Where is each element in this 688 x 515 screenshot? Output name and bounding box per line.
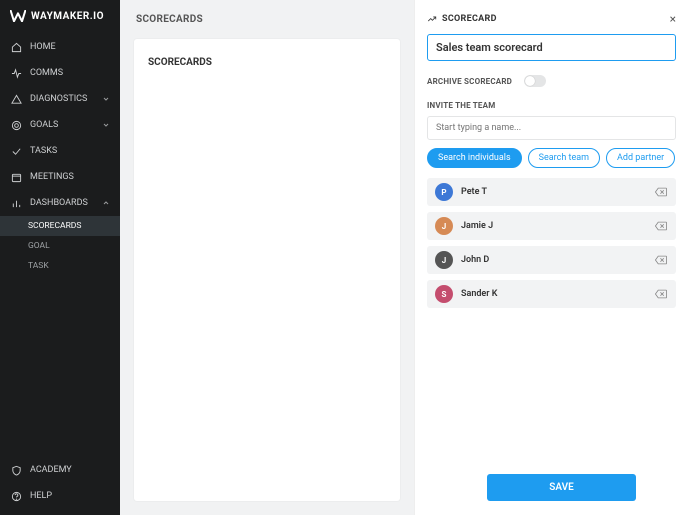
member-name: Pete T — [461, 187, 646, 197]
brand-logo-icon — [10, 10, 26, 22]
remove-member-icon[interactable] — [654, 221, 668, 231]
avatar: P — [435, 183, 453, 201]
member-list: P Pete T J Jamie J J John D S Sander K — [427, 178, 676, 308]
nav-label: HELP — [30, 491, 110, 501]
member-row: S Sander K — [427, 280, 676, 308]
warning-icon — [10, 93, 22, 105]
nav-sub-task[interactable]: TASK — [0, 256, 120, 276]
nav-label: DIAGNOSTICS — [30, 94, 94, 104]
shield-icon — [10, 464, 22, 476]
page-title: SCORECARDS — [120, 0, 414, 39]
pill-search-individuals[interactable]: Search individuals — [427, 148, 522, 168]
save-button[interactable]: SAVE — [487, 474, 636, 501]
nav-comms[interactable]: COMMS — [0, 60, 120, 86]
member-name: Sander K — [461, 289, 646, 299]
nav-label: GOALS — [30, 120, 94, 130]
search-pills: Search individuals Search team Add partn… — [427, 148, 676, 168]
panel-header: SCORECARD × — [427, 12, 676, 26]
check-icon — [10, 145, 22, 157]
chevron-up-icon — [102, 199, 110, 207]
member-row: J John D — [427, 246, 676, 274]
scorecard-icon — [427, 14, 437, 24]
nav-sub-goal[interactable]: GOAL — [0, 236, 120, 256]
help-icon — [10, 490, 22, 502]
nav-home[interactable]: HOME — [0, 34, 120, 60]
pulse-icon — [10, 67, 22, 79]
nav-sub-scorecards[interactable]: SCORECARDS — [0, 216, 120, 236]
avatar: J — [435, 217, 453, 235]
scorecard-panel: SCORECARD × ARCHIVE SCORECARD INVITE THE… — [414, 0, 688, 515]
nav-list: HOME COMMS DIAGNOSTICS GOALS TASKS MEETI… — [0, 34, 120, 276]
chevron-down-icon — [102, 95, 110, 103]
invite-search-input[interactable] — [427, 116, 676, 140]
remove-member-icon[interactable] — [654, 187, 668, 197]
chevron-down-icon — [102, 121, 110, 129]
member-name: Jamie J — [461, 221, 646, 231]
avatar: J — [435, 251, 453, 269]
remove-member-icon[interactable] — [654, 289, 668, 299]
nav-diagnostics[interactable]: DIAGNOSTICS — [0, 86, 120, 112]
nav-tasks[interactable]: TASKS — [0, 138, 120, 164]
calendar-icon — [10, 171, 22, 183]
member-row: J Jamie J — [427, 212, 676, 240]
pill-search-team[interactable]: Search team — [528, 148, 600, 168]
avatar: S — [435, 285, 453, 303]
home-icon — [10, 41, 22, 53]
brand: WAYMAKER.IO — [0, 0, 120, 34]
nav-academy[interactable]: ACADEMY — [0, 457, 120, 483]
nav-label: COMMS — [30, 68, 110, 78]
remove-member-icon[interactable] — [654, 255, 668, 265]
nav-help[interactable]: HELP — [0, 483, 120, 509]
member-row: P Pete T — [427, 178, 676, 206]
nav-label: TASKS — [30, 146, 110, 156]
main: SCORECARDS SCORECARDS — [120, 0, 414, 515]
card-title: SCORECARDS — [148, 57, 212, 68]
nav-meetings[interactable]: MEETINGS — [0, 164, 120, 190]
invite-label: INVITE THE TEAM — [427, 101, 676, 110]
scorecards-card: SCORECARDS — [134, 39, 400, 501]
archive-toggle[interactable] — [524, 75, 546, 87]
nav-label: ACADEMY — [30, 465, 110, 475]
panel-title: SCORECARD — [442, 14, 497, 24]
pill-add-partner[interactable]: Add partner — [606, 148, 675, 168]
scorecard-name-input[interactable] — [427, 34, 676, 61]
bars-icon — [10, 197, 22, 209]
archive-label: ARCHIVE SCORECARD — [427, 77, 512, 86]
sidebar: WAYMAKER.IO HOME COMMS DIAGNOSTICS GOALS… — [0, 0, 120, 515]
nav-label: HOME — [30, 42, 110, 52]
nav-goals[interactable]: GOALS — [0, 112, 120, 138]
close-icon[interactable]: × — [670, 12, 676, 26]
nav-label: DASHBOARDS — [30, 198, 94, 208]
nav-label: MEETINGS — [30, 172, 110, 182]
target-icon — [10, 119, 22, 131]
nav-dashboards[interactable]: DASHBOARDS — [0, 190, 120, 216]
member-name: John D — [461, 255, 646, 265]
brand-text: WAYMAKER.IO — [31, 11, 104, 22]
